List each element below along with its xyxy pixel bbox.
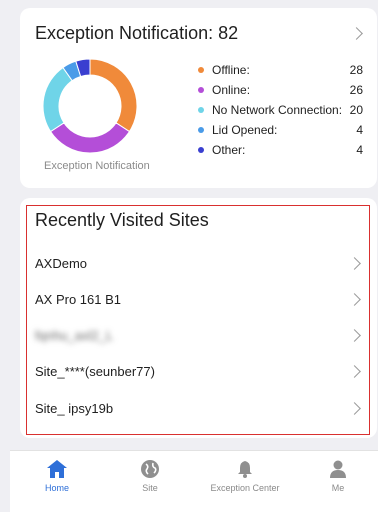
legend-row-online: Online: 26	[198, 80, 363, 100]
legend-value: 28	[349, 63, 363, 77]
legend-label: Offline:	[212, 63, 250, 77]
exception-notification-card[interactable]: Exception Notification: 82 Exception Not…	[20, 8, 377, 188]
site-name: AXDemo	[35, 255, 88, 271]
online-dot	[198, 87, 204, 93]
exception-legend: Offline: 28 Online: 26 No Network Connec…	[198, 60, 363, 160]
legend-label: Online:	[212, 83, 251, 97]
site-item-5[interactable]: Site_ ipsy19b	[35, 390, 365, 426]
person-icon	[330, 460, 346, 478]
legend-value: 4	[356, 123, 363, 137]
lid-opened-dot	[198, 127, 204, 133]
exception-notification-title: Exception Notification: 82	[35, 23, 239, 43]
legend-label: Other:	[212, 143, 246, 157]
site-item-ax-pro[interactable]: AX Pro 161 B1	[35, 281, 365, 317]
exception-donut-chart	[42, 58, 138, 154]
site-item-3[interactable]: fqnhu_axl2_L	[35, 317, 365, 353]
legend-row-no-network: No Network Connection: 20	[198, 100, 363, 120]
home-icon	[47, 460, 67, 478]
chevron-right-icon	[348, 256, 361, 270]
tab-label: Site	[142, 483, 158, 493]
donut-slice-1	[49, 122, 131, 154]
recent-sites-title: Recently Visited Sites	[35, 210, 209, 230]
tab-home[interactable]: Home	[12, 459, 102, 493]
tab-label: Me	[331, 483, 345, 493]
tab-me[interactable]: Me	[293, 459, 378, 493]
site-item-axdemo[interactable]: AXDemo	[35, 245, 365, 281]
site-name: Site_****(seunber77)	[35, 363, 155, 379]
site-item-4[interactable]: Site_****(seunber77)	[35, 353, 365, 389]
donut-slice-0	[89, 58, 138, 133]
chevron-right-icon	[348, 364, 361, 378]
legend-value: 26	[349, 83, 363, 97]
legend-label: No Network Connection:	[212, 103, 343, 117]
tab-label: Exception Center	[210, 483, 280, 493]
legend-value: 4	[356, 143, 363, 157]
legend-row-other: Other: 4	[198, 140, 363, 160]
tab-site[interactable]: Site	[105, 459, 195, 493]
legend-value: 20	[349, 103, 363, 117]
legend-row-offline: Offline: 28	[198, 60, 363, 80]
legend-label: Lid Opened:	[212, 123, 278, 137]
no-network-dot	[198, 107, 204, 113]
other-dot	[198, 147, 204, 153]
bell-icon	[238, 461, 252, 478]
site-name: AX Pro 161 B1	[35, 291, 121, 307]
offline-dot	[198, 67, 204, 73]
site-name: fqnhu_axl2_L	[35, 327, 114, 343]
tab-exception-center[interactable]: Exception Center	[200, 459, 290, 493]
chevron-right-icon	[348, 292, 361, 306]
chevron-right-icon	[348, 328, 361, 342]
legend-row-lid-opened: Lid Opened: 4	[198, 120, 363, 140]
chevron-right-icon	[350, 27, 363, 40]
donut-caption: Exception Notification	[44, 160, 150, 172]
chevron-right-icon	[348, 401, 361, 415]
tab-label: Home	[44, 483, 69, 493]
bottom-tab-bar: Home Site Exception Center Me	[10, 450, 378, 512]
donut-slice-2	[42, 66, 73, 133]
site-name: Site_ ipsy19b	[35, 400, 114, 416]
globe-icon	[141, 460, 159, 478]
